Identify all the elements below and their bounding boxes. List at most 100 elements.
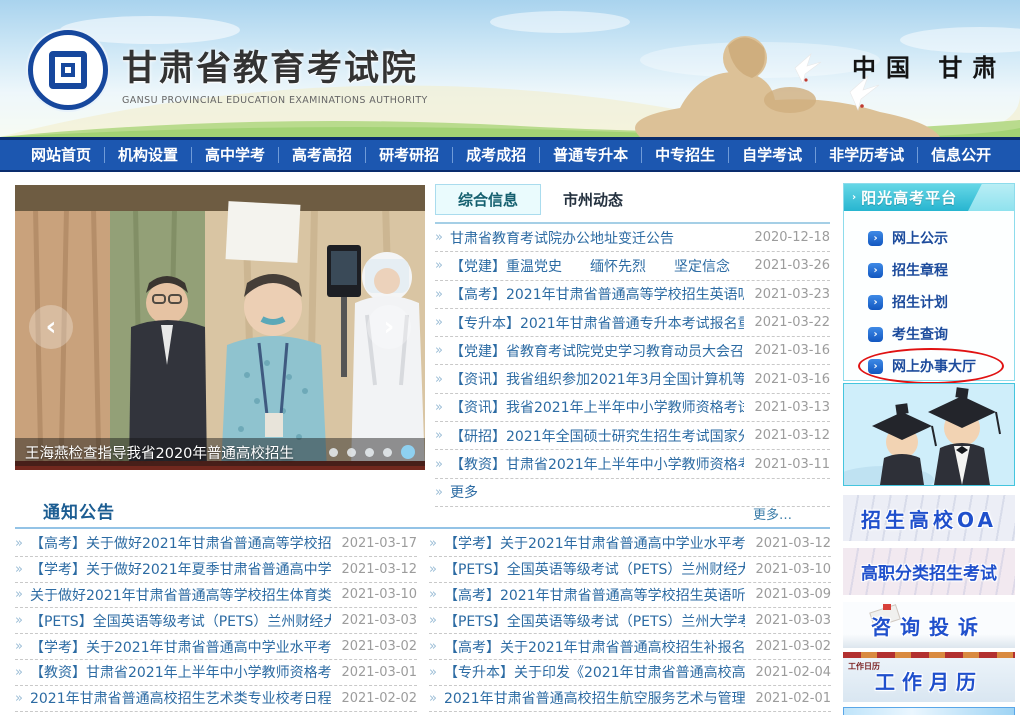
notice-item[interactable]: » 【教资】甘肃省2021年上半年中小学教师资格考试（笔试 2021-03-01 <box>15 660 417 686</box>
news-item-date: 2021-03-11 <box>754 457 830 472</box>
double-arrow-icon: » <box>429 639 437 654</box>
carousel-caption[interactable]: 王海燕检查指导我省2020年普通高校招生 <box>25 442 329 463</box>
news-item[interactable]: » 【高考】2021年甘肃省普通高等学校招生英语听力测 2021-03-23 <box>435 281 830 309</box>
notice-item-title[interactable]: 【PETS】全国英语等级考试（PETS）兰州财经大学考点入 <box>30 611 331 631</box>
panel-link[interactable]: › 网上公示 <box>868 222 1014 254</box>
notice-item-date: 2021-02-02 <box>341 691 417 706</box>
carousel-dot[interactable] <box>347 448 356 457</box>
banner-consult-label: 咨询投诉 <box>871 611 987 640</box>
panel-link[interactable]: › 网上办事大厅 <box>868 350 1014 382</box>
notice-item[interactable]: » 2021年甘肃省普通高校招生航空服务艺术与管理专业统 2021-02-01 <box>429 686 831 712</box>
news-item-title[interactable]: 【教资】甘肃省2021年上半年中小学教师资格考试(笔 <box>450 454 744 474</box>
news-item-title[interactable]: 【党建】省教育考试院党史学习教育动员大会召开 <box>450 341 744 361</box>
news-item-title[interactable]: 【高考】2021年甘肃省普通高等学校招生英语听力测 <box>450 284 744 304</box>
notice-item[interactable]: » 【PETS】全国英语等级考试（PETS）兰州大学考点入校须 2021-03-… <box>429 608 831 634</box>
carousel-dot[interactable] <box>365 448 374 457</box>
panel-link-label[interactable]: 招生计划 <box>892 292 948 312</box>
news-item[interactable]: » 【资讯】我省2021年上半年中小学教师资格考试（笔试 2021-03-13 <box>435 394 830 422</box>
notice-item-title[interactable]: 2021年甘肃省普通高校招生航空服务艺术与管理专业统 <box>444 688 745 708</box>
news-item[interactable]: » 【党建】省教育考试院党史学习教育动员大会召开 2021-03-16 <box>435 337 830 365</box>
notice-item-title[interactable]: 【高考】关于做好2021年甘肃省普通高等学校招生体检 <box>30 533 331 553</box>
news-carousel[interactable]: ‹ › 王海燕检查指导我省2020年普通高校招生 <box>15 185 425 470</box>
notices-right-column: » 【学考】关于2021年甘肃省普通高中学业水平考试信息 2021-03-12 … <box>429 531 831 712</box>
nav-item[interactable]: 高考高招 <box>279 147 366 163</box>
panel-link[interactable]: › 考生查询 <box>868 318 1014 350</box>
notice-item-title[interactable]: 【PETS】全国英语等级考试（PETS）兰州大学考点入校须 <box>444 611 745 631</box>
notice-item-title[interactable]: 【教资】甘肃省2021年上半年中小学教师资格考试（笔试 <box>30 662 331 682</box>
notice-item[interactable]: » 【学考】关于2021年甘肃省普通高中学业水平考试科目 2021-03-02 <box>15 634 417 660</box>
notice-item[interactable]: » 2021年甘肃省普通高校招生艺术类专业校考日程安排表 2021-02-02 <box>15 686 417 712</box>
notice-item-title[interactable]: 2021年甘肃省普通高校招生艺术类专业校考日程安排表 <box>30 688 331 708</box>
notice-item-title[interactable]: 【学考】关于2021年甘肃省普通高中学业水平考试科目 <box>30 637 331 657</box>
arrow-square-icon: › <box>868 263 883 278</box>
carousel-dot[interactable] <box>401 445 415 459</box>
news-item-date: 2021-03-22 <box>754 315 830 330</box>
banner-oa[interactable]: 招生高校OA <box>843 495 1015 541</box>
carousel-prev-button[interactable]: ‹ <box>29 305 73 349</box>
nav-item[interactable]: 信息公开 <box>918 147 1004 163</box>
nav-item[interactable]: 中专招生 <box>642 147 729 163</box>
notice-item-title[interactable]: 【高考】2021年甘肃省普通高等学校招生英语听力测试 <box>444 585 745 605</box>
nav-item[interactable]: 高中学考 <box>192 147 279 163</box>
carousel-dot[interactable] <box>383 448 392 457</box>
notice-item[interactable]: » 【高考】关于2021年甘肃省普通高校招生补报名工作的 2021-03-02 <box>429 634 831 660</box>
news-item-date: 2021-03-26 <box>754 258 830 273</box>
news-tab[interactable]: 综合信息 <box>435 184 541 215</box>
panel-link-label[interactable]: 考生查询 <box>892 324 948 344</box>
notice-item-title[interactable]: 【学考】关于做好2021年夏季甘肃省普通高中学业水平 <box>30 559 331 579</box>
news-item-title[interactable]: 【资讯】我省2021年上半年中小学教师资格考试（笔试 <box>450 397 744 417</box>
notice-item[interactable]: » 【学考】关于2021年甘肃省普通高中学业水平考试信息 2021-03-12 <box>429 531 831 557</box>
panel-link[interactable]: › 招生计划 <box>868 286 1014 318</box>
news-item[interactable]: » 【专升本】2021年甘肃省普通专升本考试报名重 要 2021-03-22 <box>435 309 830 337</box>
graduates-image[interactable] <box>843 383 1015 486</box>
sidebar: › 阳光高考平台 › 网上公示 › 招生章程 › <box>843 183 1015 715</box>
news-item-title[interactable]: 【专升本】2021年甘肃省普通专升本考试报名重 要 <box>450 313 744 333</box>
carousel-next-button[interactable]: › <box>367 305 411 349</box>
banner-vocational-exam[interactable]: 高职分类招生考试 <box>843 548 1015 595</box>
banner-vocational-label: 高职分类招生考试 <box>861 559 997 584</box>
news-item[interactable]: » 【研招】2021年全国硕士研究生招生考试国家分数线 2021-03-12 <box>435 422 830 450</box>
news-tab[interactable]: 市州动态 <box>541 185 645 214</box>
notice-item-title[interactable]: 【PETS】全国英语等级考试（PETS）兰州财经大学考点入 <box>444 559 745 579</box>
panel-header: › 阳光高考平台 <box>844 184 1014 211</box>
notice-item-title[interactable]: 【学考】关于2021年甘肃省普通高中学业水平考试信息 <box>444 533 745 553</box>
news-item[interactable]: » 甘肃省教育考试院办公地址变迁公告 2020-12-18 <box>435 224 830 252</box>
notice-item[interactable]: » 【高考】2021年甘肃省普通高等学校招生英语听力测试 2021-03-09 <box>429 583 831 609</box>
news-item-title[interactable]: 【党建】重温党史 缅怀先烈 坚定信念 砥砺前 <box>450 256 744 276</box>
banner-work-calendar[interactable]: 工作日历 工作月历 <box>843 652 1015 702</box>
notice-item-title[interactable]: 【专升本】关于印发《2021年甘肃省普通高校高职（专科 <box>444 662 745 682</box>
nav-item[interactable]: 研考研招 <box>366 147 453 163</box>
nav-item[interactable]: 非学历考试 <box>816 147 918 163</box>
main-nav: 网站首页机构设置高中学考高考高招研考研招成考成招普通专升本中专招生自学考试非学历… <box>0 137 1020 172</box>
double-arrow-icon: » <box>435 230 443 245</box>
news-item[interactable]: » 【教资】甘肃省2021年上半年中小学教师资格考试(笔 2021-03-11 <box>435 450 830 478</box>
nav-item[interactable]: 机构设置 <box>105 147 192 163</box>
notice-item-title[interactable]: 关于做好2021年甘肃省普通高等学校招生体育类专业统 <box>30 585 331 605</box>
nav-item[interactable]: 普通专升本 <box>540 147 642 163</box>
nav-item[interactable]: 自学考试 <box>729 147 816 163</box>
notice-item-date: 2021-03-03 <box>755 613 831 628</box>
news-item-title[interactable]: 【研招】2021年全国硕士研究生招生考试国家分数线 <box>450 426 744 446</box>
nav-item[interactable]: 网站首页 <box>18 147 105 163</box>
arrow-square-icon: › <box>868 231 883 246</box>
news-item-title[interactable]: 【资讯】我省组织参加2021年3月全国计算机等级考试 <box>450 369 744 389</box>
notice-item[interactable]: » 【高考】关于做好2021年甘肃省普通高等学校招生体检 2021-03-17 <box>15 531 417 557</box>
notices-more-link[interactable]: 更多… <box>753 504 792 523</box>
panel-link-label[interactable]: 网上公示 <box>892 228 948 248</box>
panel-link[interactable]: › 招生章程 <box>868 254 1014 286</box>
news-item[interactable]: » 【党建】重温党史 缅怀先烈 坚定信念 砥砺前 2021-03-26 <box>435 252 830 280</box>
notice-item[interactable]: » 关于做好2021年甘肃省普通高等学校招生体育类专业统 2021-03-10 <box>15 583 417 609</box>
panel-link-label[interactable]: 招生章程 <box>892 260 948 280</box>
notice-item[interactable]: » 【PETS】全国英语等级考试（PETS）兰州财经大学考点入 2021-03-… <box>429 557 831 583</box>
notice-item-title[interactable]: 【高考】关于2021年甘肃省普通高校招生补报名工作的 <box>444 637 745 657</box>
nav-item[interactable]: 成考成招 <box>453 147 540 163</box>
news-item-title[interactable]: 甘肃省教育考试院办公地址变迁公告 <box>450 228 744 248</box>
panel-link-label[interactable]: 网上办事大厅 <box>892 356 976 376</box>
notice-item[interactable]: » 【PETS】全国英语等级考试（PETS）兰州财经大学考点入 2021-03-… <box>15 608 417 634</box>
notice-item[interactable]: » 【学考】关于做好2021年夏季甘肃省普通高中学业水平 2021-03-12 <box>15 557 417 583</box>
notice-item[interactable]: » 【专升本】关于印发《2021年甘肃省普通高校高职（专科 2021-02-04 <box>429 660 831 686</box>
banner-partial[interactable] <box>843 707 1015 715</box>
carousel-dot[interactable] <box>329 448 338 457</box>
news-item[interactable]: » 【资讯】我省组织参加2021年3月全国计算机等级考试 2021-03-16 <box>435 365 830 393</box>
banner-consult-complaint[interactable]: 咨询投诉 <box>843 602 1015 648</box>
